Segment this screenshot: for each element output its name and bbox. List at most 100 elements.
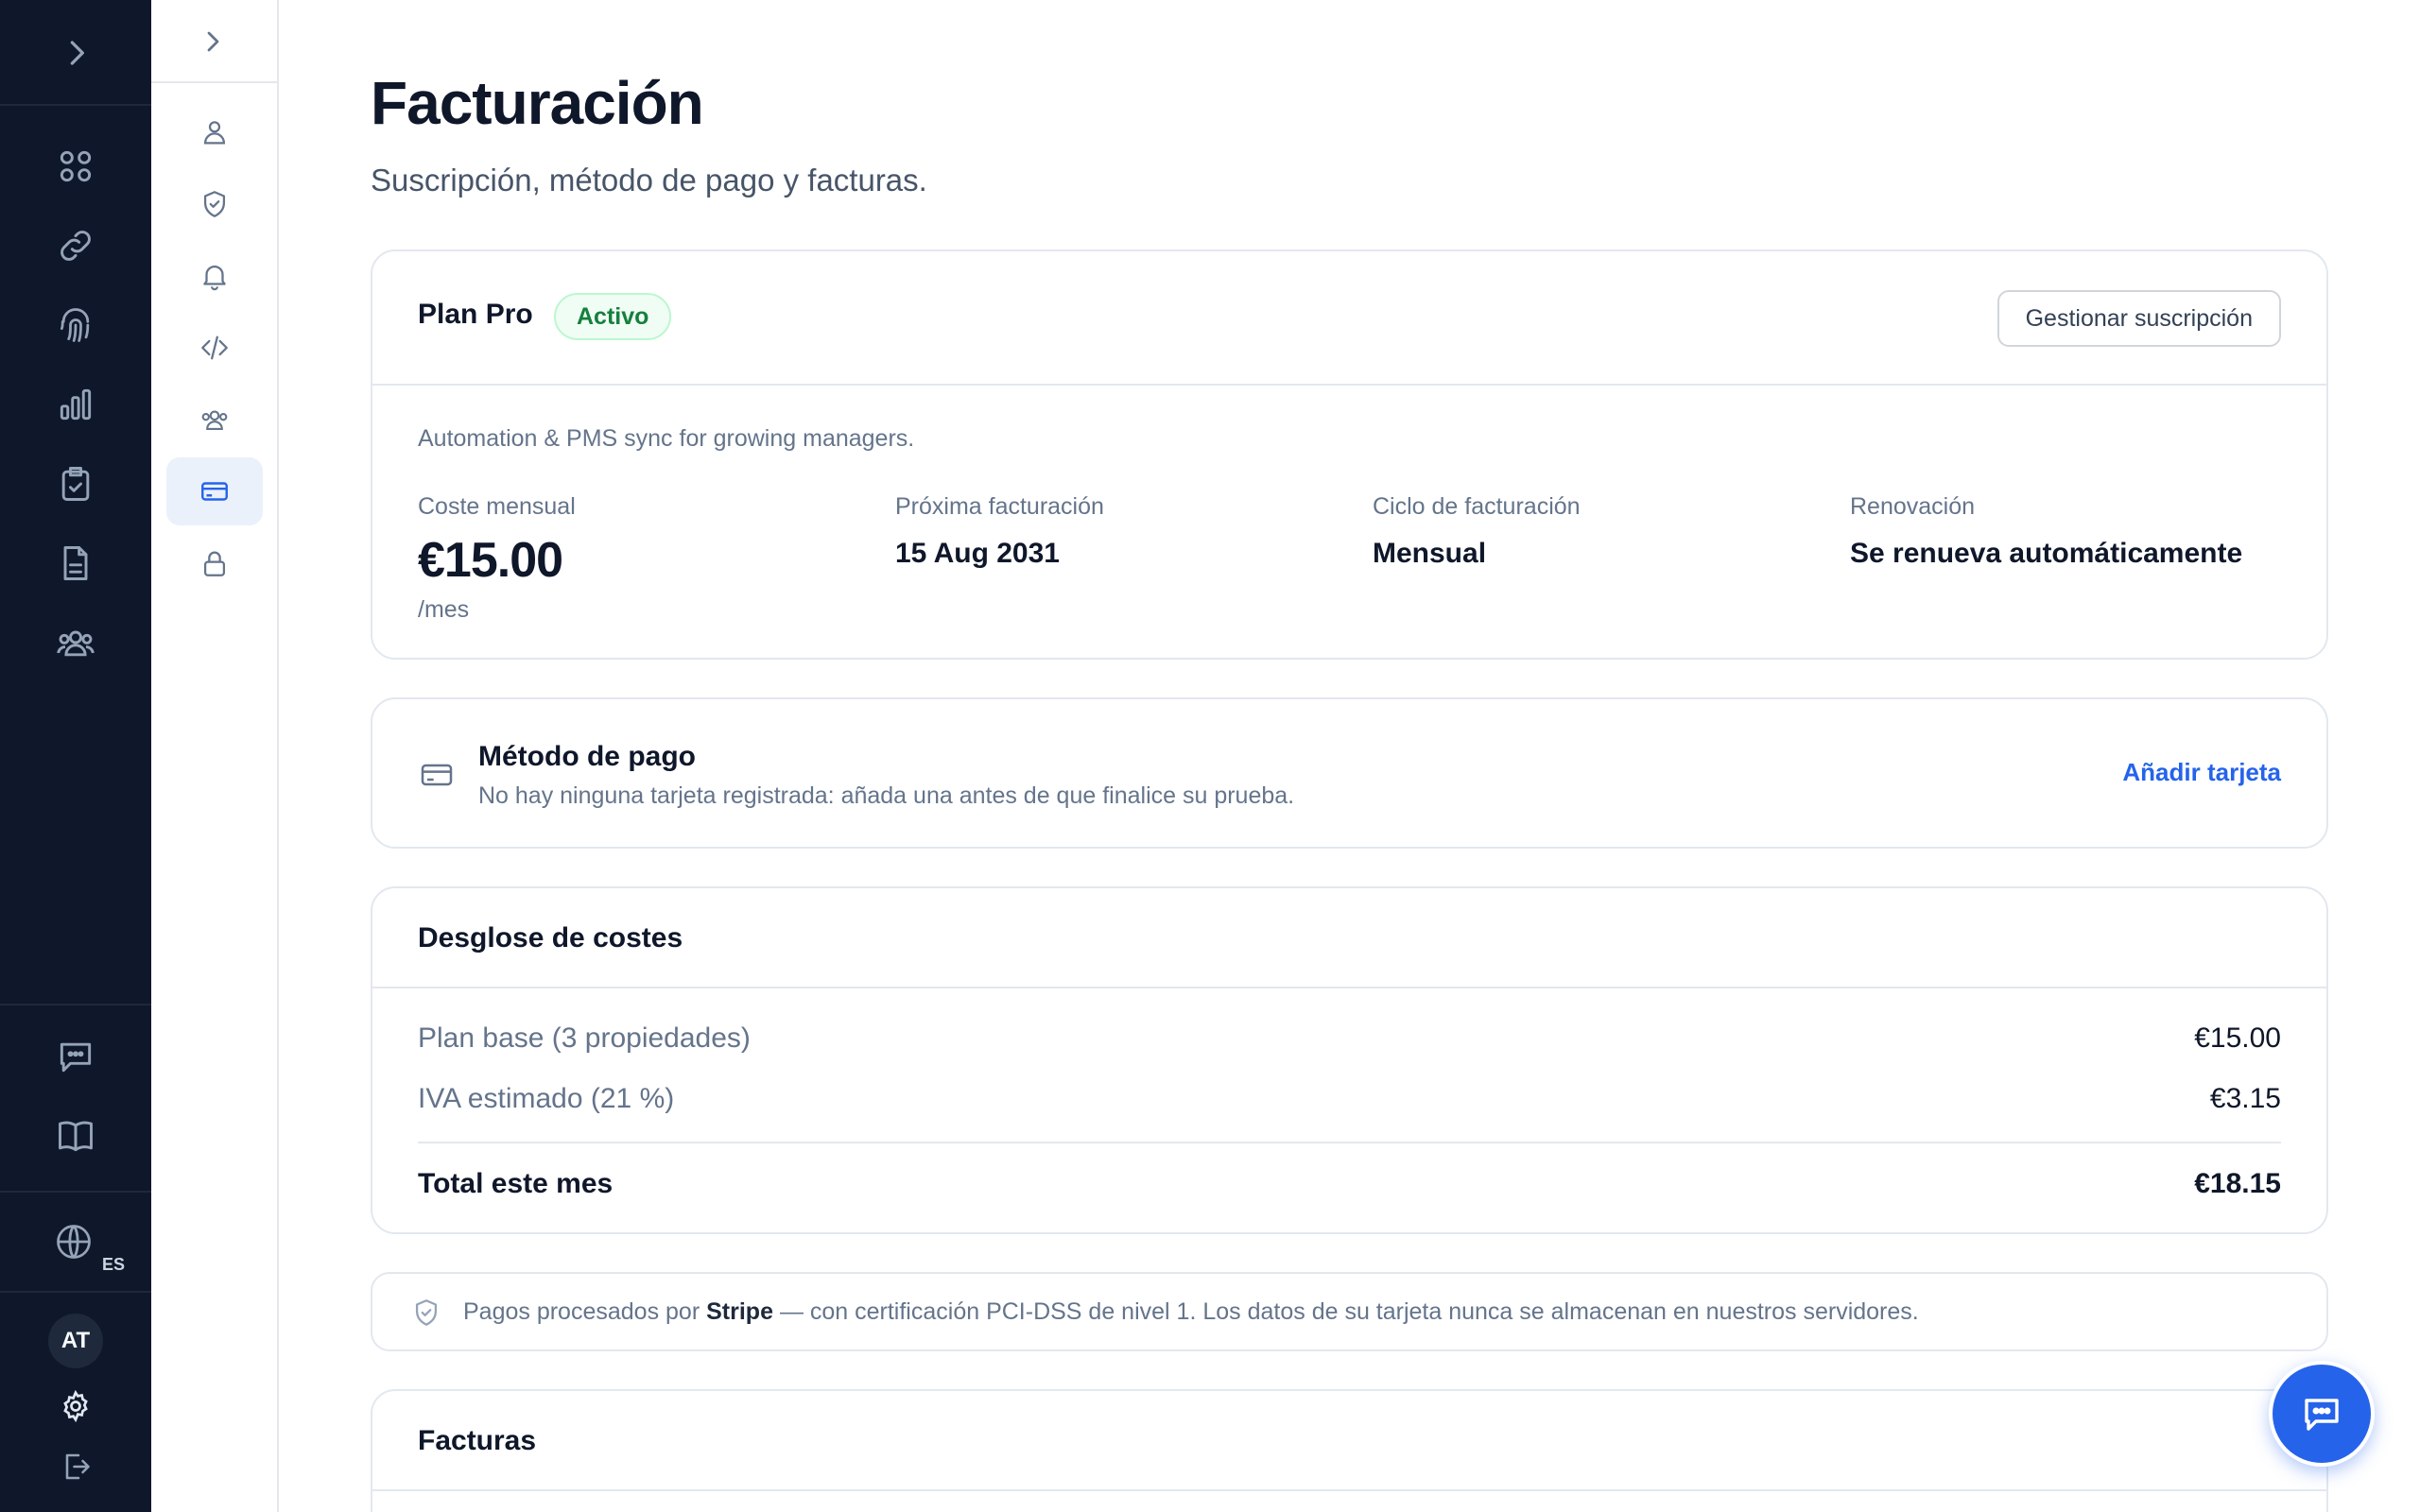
- rail-item-docs[interactable]: [55, 1115, 96, 1157]
- plan-card-header: Plan Pro Activo Gestionar suscripción: [372, 251, 2326, 386]
- gear-icon: [63, 1389, 88, 1423]
- settings-subnav: [151, 0, 279, 1512]
- monthly-cost-unit: /mes: [418, 596, 470, 623]
- add-card-link[interactable]: Añadir tarjeta: [2122, 758, 2281, 787]
- rail-item-documents[interactable]: [55, 542, 96, 584]
- link-icon: [60, 231, 91, 261]
- cost-breakdown-header: Desglose de costes: [372, 888, 2326, 988]
- payment-method-card: Método de pago No hay ninguna tarjeta re…: [371, 697, 2328, 849]
- status-badge: Activo: [554, 293, 672, 340]
- cost-row-value: €3.15: [2209, 1083, 2281, 1114]
- book-icon: [59, 1121, 93, 1152]
- page-subtitle: Suscripción, método de pago y facturas.: [371, 163, 927, 198]
- bell-icon: [203, 266, 226, 291]
- cost-row: IVA estimado (21 %) €3.15: [418, 1083, 2281, 1115]
- renewal-label: Renovación: [1850, 493, 1976, 520]
- security-note-suffix: — con certificación PCI-DSS de nivel 1. …: [779, 1298, 1919, 1325]
- users-icon: [57, 630, 95, 657]
- invoices-title: Facturas: [418, 1425, 537, 1456]
- subnav-item-security[interactable]: [166, 170, 263, 238]
- logout-button[interactable]: [59, 1450, 93, 1484]
- subnav-item-billing[interactable]: [166, 457, 263, 525]
- rail-header: [0, 0, 151, 106]
- next-billing-value: 15 Aug 2031: [895, 538, 1060, 569]
- expand-subnav-button[interactable]: [195, 25, 229, 59]
- monthly-cost-stat: Coste mensual €15.00 /mes: [418, 493, 576, 624]
- grid-icon: [60, 150, 92, 182]
- cost-row-label: IVA estimado (21 %): [418, 1083, 675, 1114]
- page-title: Facturación: [371, 69, 704, 137]
- language-code[interactable]: ES: [102, 1255, 125, 1275]
- credit-card-icon: [418, 756, 456, 794]
- cost-breakdown-title: Desglose de costes: [418, 922, 683, 954]
- security-note: Pagos procesados por Stripe — con certif…: [371, 1272, 2328, 1351]
- billing-cycle-value: Mensual: [1373, 538, 1487, 569]
- plan-description: Automation & PMS sync for growing manage…: [418, 425, 915, 452]
- subnav-item-profile[interactable]: [166, 98, 263, 166]
- cost-row-label: Plan base (3 propiedades): [418, 1022, 751, 1054]
- subnav-header: [151, 0, 277, 83]
- bar-chart-icon: [60, 388, 92, 421]
- code-icon: [201, 335, 228, 360]
- security-note-prefix: Pagos procesados por: [463, 1298, 700, 1325]
- settings-button[interactable]: [59, 1389, 93, 1423]
- payment-provider: Stripe: [706, 1298, 773, 1325]
- rail-item-dashboard[interactable]: [55, 146, 96, 187]
- rail-divider: [0, 1291, 151, 1293]
- chat-icon: [2305, 1399, 2339, 1431]
- billing-cycle-label: Ciclo de facturación: [1373, 493, 1581, 520]
- subnav-item-developers[interactable]: [166, 314, 263, 382]
- cost-total-row: Total este mes €18.15: [418, 1168, 2281, 1200]
- shield-check-icon: [410, 1297, 442, 1329]
- document-icon: [63, 546, 88, 580]
- rail-item-identity[interactable]: [55, 304, 96, 346]
- team-icon: [201, 410, 228, 430]
- rail-item-tasks[interactable]: [55, 463, 96, 505]
- renewal-value: Se renueva automáticamente: [1850, 538, 2243, 569]
- chat-launcher-button[interactable]: [2269, 1361, 2375, 1467]
- rail-item-team[interactable]: [55, 622, 96, 663]
- fingerprint-icon: [60, 308, 90, 342]
- user-avatar[interactable]: AT: [48, 1314, 103, 1368]
- cost-breakdown-card: Desglose de costes Plan base (3 propieda…: [371, 886, 2328, 1234]
- shield-check-icon: [203, 191, 226, 217]
- clipboard-check-icon: [61, 467, 90, 501]
- chat-icon: [60, 1042, 92, 1073]
- plan-card: Plan Pro Activo Gestionar suscripción Au…: [371, 249, 2328, 660]
- payment-method-subtitle: No hay ninguna tarjeta registrada: añada…: [478, 782, 1295, 809]
- plan-name: Plan Pro: [418, 299, 533, 330]
- logout-icon: [65, 1453, 90, 1480]
- total-divider: [418, 1142, 2281, 1143]
- cost-total-value: €18.15: [2194, 1168, 2281, 1199]
- cost-row: Plan base (3 propiedades) €15.00: [418, 1022, 2281, 1055]
- chevron-right-icon: [207, 31, 219, 52]
- rail-item-support-chat[interactable]: [55, 1036, 96, 1077]
- subnav-item-team[interactable]: [166, 386, 263, 454]
- rail-item-analytics[interactable]: [55, 384, 96, 425]
- invoices-card: Facturas: [371, 1389, 2328, 1512]
- user-icon: [203, 121, 226, 145]
- cost-total-label: Total este mes: [418, 1168, 614, 1199]
- rail-divider: [0, 1004, 151, 1005]
- credit-card-icon: [201, 482, 228, 501]
- manage-subscription-button[interactable]: Gestionar suscripción: [1996, 290, 2281, 347]
- renewal-stat: Renovación Se renueva automáticamente: [1850, 493, 2242, 570]
- app-rail: ES AT: [0, 0, 151, 1512]
- invoices-header: Facturas: [372, 1391, 2326, 1491]
- subnav-item-notifications[interactable]: [166, 242, 263, 310]
- globe-icon: [57, 1225, 91, 1259]
- security-note-text: Pagos procesados por Stripe — con certif…: [463, 1298, 1919, 1326]
- expand-rail-button[interactable]: [55, 32, 96, 74]
- monthly-cost-label: Coste mensual: [418, 493, 576, 520]
- subnav-item-privacy[interactable]: [166, 529, 263, 597]
- language-selector[interactable]: [53, 1221, 95, 1263]
- next-billing-label: Próxima facturación: [895, 493, 1104, 520]
- lock-icon: [203, 551, 226, 576]
- payment-method-title: Método de pago: [478, 741, 696, 772]
- monthly-cost-value: €15.00: [418, 533, 563, 588]
- next-billing-stat: Próxima facturación 15 Aug 2031: [895, 493, 1104, 570]
- chevron-right-icon: [70, 41, 84, 65]
- rail-divider: [0, 1191, 151, 1193]
- rail-item-integrations[interactable]: [55, 225, 96, 266]
- cost-row-value: €15.00: [2194, 1022, 2281, 1054]
